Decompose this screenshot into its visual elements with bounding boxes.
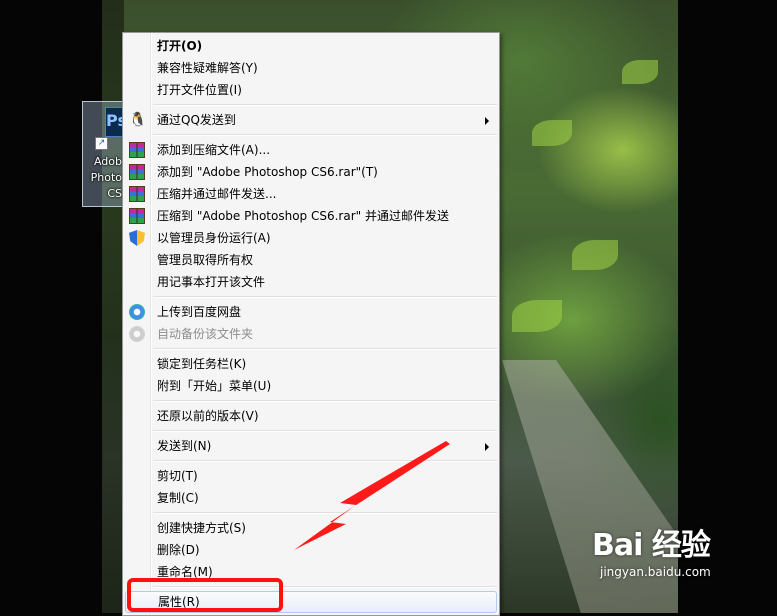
red-arrow-shape xyxy=(294,441,450,550)
watermark-logo: Bai 经验 xyxy=(592,528,711,563)
annotation-arrow xyxy=(294,441,450,550)
baidu-jingyan-watermark: Bai 经验 jingyan.baidu.com xyxy=(592,528,742,598)
watermark-url: jingyan.baidu.com xyxy=(600,565,711,579)
